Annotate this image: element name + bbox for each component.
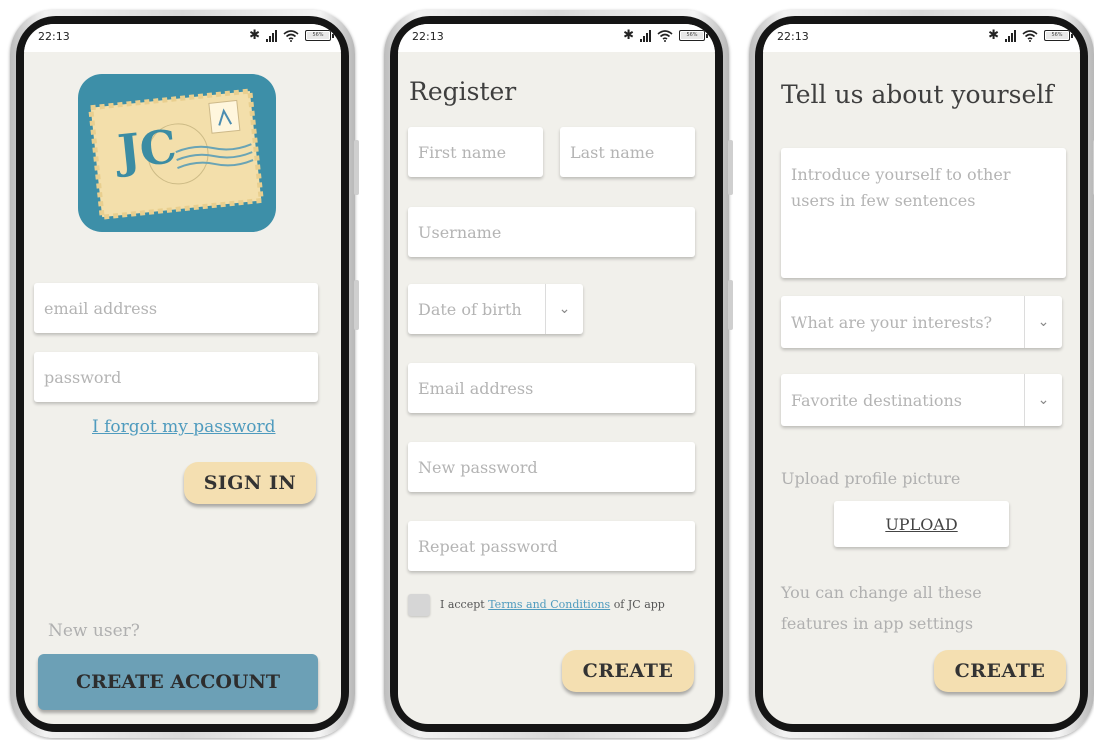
upload-button[interactable]: UPLOAD xyxy=(834,501,1009,547)
chevron-down-icon[interactable]: ⌄ xyxy=(1024,296,1062,348)
status-bar: 22:13 ✱ 56% xyxy=(398,24,715,52)
bluetooth-icon: ✱ xyxy=(988,28,999,43)
destinations-select[interactable]: Favorite destinations ⌄ xyxy=(781,374,1062,426)
destinations-label: Favorite destinations xyxy=(791,390,962,410)
signal-icon xyxy=(266,29,277,42)
password-input[interactable]: password xyxy=(34,352,318,402)
phone-profile: 22:13 ✱ 56% Tell us about yourself Intro… xyxy=(749,10,1094,738)
last-name-input[interactable]: Last name xyxy=(560,127,695,177)
create-account-button[interactable]: CREATE ACCOUNT xyxy=(38,654,318,710)
logo-text: JC xyxy=(115,119,180,179)
settings-note: You can change all these features in app… xyxy=(781,583,982,633)
username-input[interactable]: Username xyxy=(408,207,695,257)
battery-icon: 56% xyxy=(679,30,708,41)
create-button[interactable]: CREATE xyxy=(934,650,1066,692)
terms-suffix: of JC app xyxy=(613,598,665,611)
side-button xyxy=(728,140,733,195)
dob-label: Date of birth xyxy=(418,299,522,319)
wifi-icon xyxy=(657,29,673,42)
side-button xyxy=(354,140,359,195)
repeat-password-input[interactable]: Repeat password xyxy=(408,521,695,571)
terms-checkbox[interactable] xyxy=(408,594,430,616)
upload-label: Upload profile picture xyxy=(781,469,961,488)
status-bar: 22:13 ✱ 56% xyxy=(763,24,1080,52)
signal-icon xyxy=(1005,29,1016,42)
create-button[interactable]: CREATE xyxy=(562,650,694,692)
terms-text: I accept Terms and Conditions of JC app xyxy=(440,598,665,611)
new-user-label: New user? xyxy=(48,621,140,641)
login-screen: 22:13 ✱ 56% JC email address password I … xyxy=(24,24,341,724)
upload-button-label: UPLOAD xyxy=(885,514,958,534)
battery-icon: 56% xyxy=(1044,30,1073,41)
status-icons: ✱ 56% xyxy=(623,28,708,43)
status-bar: 22:13 ✱ 56% xyxy=(24,24,341,52)
terms-link[interactable]: Terms and Conditions xyxy=(488,598,610,611)
status-icons: ✱ 56% xyxy=(988,28,1073,43)
phone-login: 22:13 ✱ 56% JC email address password I … xyxy=(10,10,359,738)
chevron-down-icon[interactable]: ⌄ xyxy=(1024,374,1062,426)
app-logo: JC xyxy=(78,74,276,232)
signal-icon xyxy=(640,29,651,42)
bluetooth-icon: ✱ xyxy=(623,28,634,43)
forgot-password-link[interactable]: I forgot my password xyxy=(92,417,276,437)
battery-icon: 56% xyxy=(305,30,334,41)
new-password-input[interactable]: New password xyxy=(408,442,695,492)
terms-prefix: I accept xyxy=(440,598,485,611)
phone-register: 22:13 ✱ 56% Register First name Last nam… xyxy=(384,10,733,738)
side-button xyxy=(728,280,733,330)
interests-label: What are your interests? xyxy=(791,312,993,332)
bluetooth-icon: ✱ xyxy=(249,28,260,43)
side-button xyxy=(354,280,359,330)
status-time: 22:13 xyxy=(38,30,70,43)
profile-title: Tell us about yourself xyxy=(781,80,1054,109)
wifi-icon xyxy=(1022,29,1038,42)
status-time: 22:13 xyxy=(412,30,444,43)
email-input[interactable]: Email address xyxy=(408,363,695,413)
profile-screen: 22:13 ✱ 56% Tell us about yourself Intro… xyxy=(763,24,1080,724)
sign-in-button[interactable]: SIGN IN xyxy=(184,462,316,504)
register-screen: 22:13 ✱ 56% Register First name Last nam… xyxy=(398,24,715,724)
chevron-down-icon[interactable]: ⌄ xyxy=(545,284,583,334)
register-title: Register xyxy=(409,77,517,106)
wifi-icon xyxy=(283,29,299,42)
intro-textarea[interactable]: Introduce yourself to other users in few… xyxy=(781,148,1066,278)
first-name-input[interactable]: First name xyxy=(408,127,543,177)
date-of-birth-select[interactable]: Date of birth ⌄ xyxy=(408,284,583,334)
status-time: 22:13 xyxy=(777,30,809,43)
interests-select[interactable]: What are your interests? ⌄ xyxy=(781,296,1062,348)
status-icons: ✱ 56% xyxy=(249,28,334,43)
email-input[interactable]: email address xyxy=(34,283,318,333)
